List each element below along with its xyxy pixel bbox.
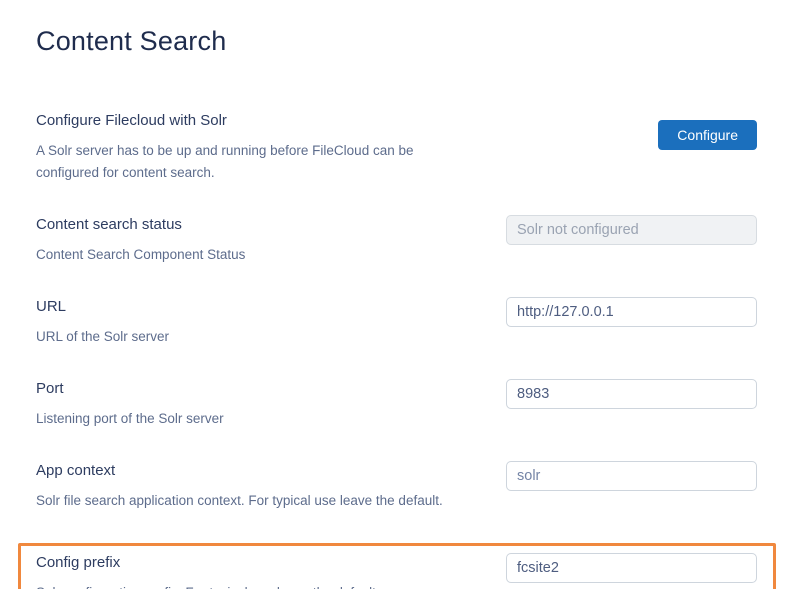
row-config-prefix-text: Config prefix Solr configuration prefix.… [36, 553, 506, 589]
row-content-search-status: Content search status Content Search Com… [36, 215, 757, 266]
row-configure-solr-text: Configure Filecloud with Solr A Solr ser… [36, 111, 506, 184]
configure-solr-description: A Solr server has to be up and running b… [36, 140, 480, 184]
content-search-status-description: Content Search Component Status [36, 244, 480, 266]
port-input[interactable] [506, 379, 757, 409]
app-context-description: Solr file search application context. Fo… [36, 490, 480, 512]
row-port: Port Listening port of the Solr server [36, 379, 757, 430]
config-prefix-description: Solr configuration prefix. For typical u… [36, 582, 480, 589]
configure-button[interactable]: Configure [658, 120, 757, 150]
row-app-context-text: App context Solr file search application… [36, 461, 506, 512]
config-prefix-description-line1: Solr configuration prefix. For typical u… [36, 582, 480, 589]
app-context-label: App context [36, 461, 480, 481]
row-configure-solr-action: Configure [506, 111, 757, 150]
content-search-settings-page: Content Search Configure Filecloud with … [0, 0, 805, 589]
config-prefix-label: Config prefix [36, 553, 480, 573]
row-url-text: URL URL of the Solr server [36, 297, 506, 348]
port-description: Listening port of the Solr server [36, 408, 480, 430]
row-app-context-field [506, 461, 757, 491]
config-prefix-highlight-annotation: Config prefix Solr configuration prefix.… [18, 543, 776, 589]
page-title: Content Search [36, 26, 757, 57]
row-port-text: Port Listening port of the Solr server [36, 379, 506, 430]
row-content-search-status-field [506, 215, 757, 245]
content-search-status-label: Content search status [36, 215, 480, 235]
config-prefix-input[interactable] [506, 553, 757, 583]
url-description: URL of the Solr server [36, 326, 480, 348]
row-config-prefix: Config prefix Solr configuration prefix.… [36, 553, 757, 589]
row-url-field [506, 297, 757, 327]
app-context-input[interactable] [506, 461, 757, 491]
row-url: URL URL of the Solr server [36, 297, 757, 348]
configure-solr-label: Configure Filecloud with Solr [36, 111, 480, 131]
content-search-status-input [506, 215, 757, 245]
port-label: Port [36, 379, 480, 399]
row-port-field [506, 379, 757, 409]
row-config-prefix-field [506, 553, 757, 583]
url-label: URL [36, 297, 480, 317]
url-input[interactable] [506, 297, 757, 327]
row-app-context: App context Solr file search application… [36, 461, 757, 512]
row-content-search-status-text: Content search status Content Search Com… [36, 215, 506, 266]
row-configure-solr: Configure Filecloud with Solr A Solr ser… [36, 111, 757, 184]
